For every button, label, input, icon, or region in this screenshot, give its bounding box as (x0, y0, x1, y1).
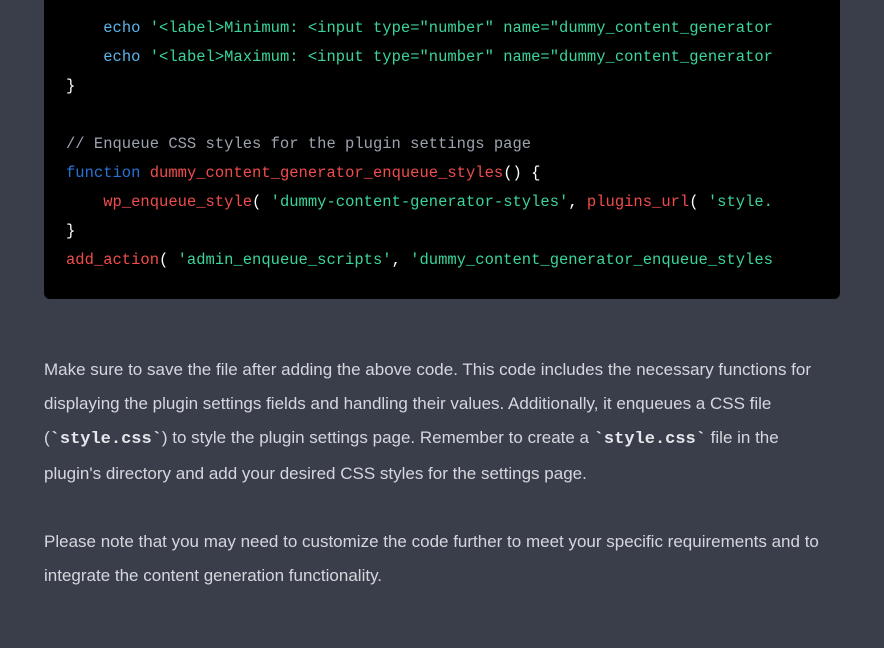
paragraph-2: Please note that you may need to customi… (44, 525, 840, 593)
inline-code-style-css-2: `style.css` (594, 430, 706, 449)
code-content: echo '<label>Minimum: <input type="numbe… (44, 0, 840, 299)
paragraph-1: Make sure to save the file after adding … (44, 353, 840, 491)
inline-code-style-css-1: `style.css` (50, 430, 162, 449)
code-block[interactable]: echo '<label>Minimum: <input type="numbe… (44, 0, 840, 299)
explanation-text: Make sure to save the file after adding … (44, 353, 840, 593)
